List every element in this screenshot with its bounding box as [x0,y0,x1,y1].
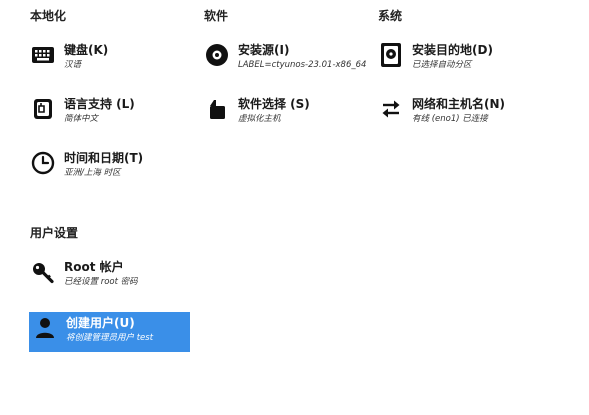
key-icon [30,259,56,285]
spoke-software-selection-label: 软件选择 (S) [238,97,310,111]
spoke-installation-destination-status: 已选择自动分区 [412,60,472,70]
clock-icon [30,150,56,176]
package-icon [204,96,230,122]
harddisk-icon [378,42,404,68]
spoke-datetime[interactable]: 时间和日期(T) 亚洲/上海 时区 [30,150,143,179]
spoke-installation-source-status: LABEL=ctyunos-23.01-x86_64: [238,60,366,70]
spoke-network-hostname-label: 网络和主机名(N) [412,97,506,111]
spoke-datetime-status: 亚洲/上海 时区 [64,168,121,178]
keyboard-icon [30,42,56,68]
spoke-keyboard-label: 键盘(K) [64,43,109,57]
spoke-keyboard-status: 汉语 [64,60,82,70]
disc-icon [204,42,230,68]
spoke-installation-source-label: 安装源(I) [238,43,290,57]
spoke-installation-destination-label: 安装目的地(D) [412,43,493,57]
spoke-language-label: 语言支持 (L) [64,97,135,111]
spoke-root-account-label: Root 帐户 [64,260,124,274]
spoke-software-selection-status: 虚拟化主机 [238,114,281,124]
spoke-software-selection[interactable]: 软件选择 (S) 虚拟化主机 [204,96,310,125]
user-icon [32,315,58,341]
spoke-installation-destination[interactable]: 安装目的地(D) 已选择自动分区 [378,42,493,71]
spoke-language[interactable]: 语言支持 (L) 简体中文 [30,96,135,125]
spoke-language-status: 简体中文 [64,114,99,124]
spoke-installation-source[interactable]: 安装源(I) LABEL=ctyunos-23.01-x86_64: [204,42,366,71]
section-title-software: 软件 [204,9,229,23]
spoke-user-creation-label: 创建用户(U) [66,316,135,330]
spoke-keyboard[interactable]: 键盘(K) 汉语 [30,42,108,71]
network-arrows-icon [378,96,404,122]
spoke-root-account-status: 已经设置 root 密码 [64,277,138,287]
spoke-network-hostname-status: 有线 (eno1) 已连接 [412,114,488,124]
language-icon [30,96,56,122]
spoke-network-hostname[interactable]: 网络和主机名(N) 有线 (eno1) 已连接 [378,96,505,125]
spoke-root-account[interactable]: Root 帐户 已经设置 root 密码 [30,259,138,288]
section-title-localization: 本地化 [30,9,67,23]
installation-summary: 本地化 软件 系统 用户设置 键盘(K) 汉语 语言支持 (L) 简体中文 时间… [0,0,589,415]
spoke-user-creation-status: 将创建管理员用户 test [66,333,154,343]
section-title-system: 系统 [378,9,403,23]
spoke-user-creation[interactable]: 创建用户(U) 将创建管理员用户 test [29,312,190,352]
spoke-datetime-label: 时间和日期(T) [64,151,144,165]
section-title-user-settings: 用户设置 [30,226,79,240]
